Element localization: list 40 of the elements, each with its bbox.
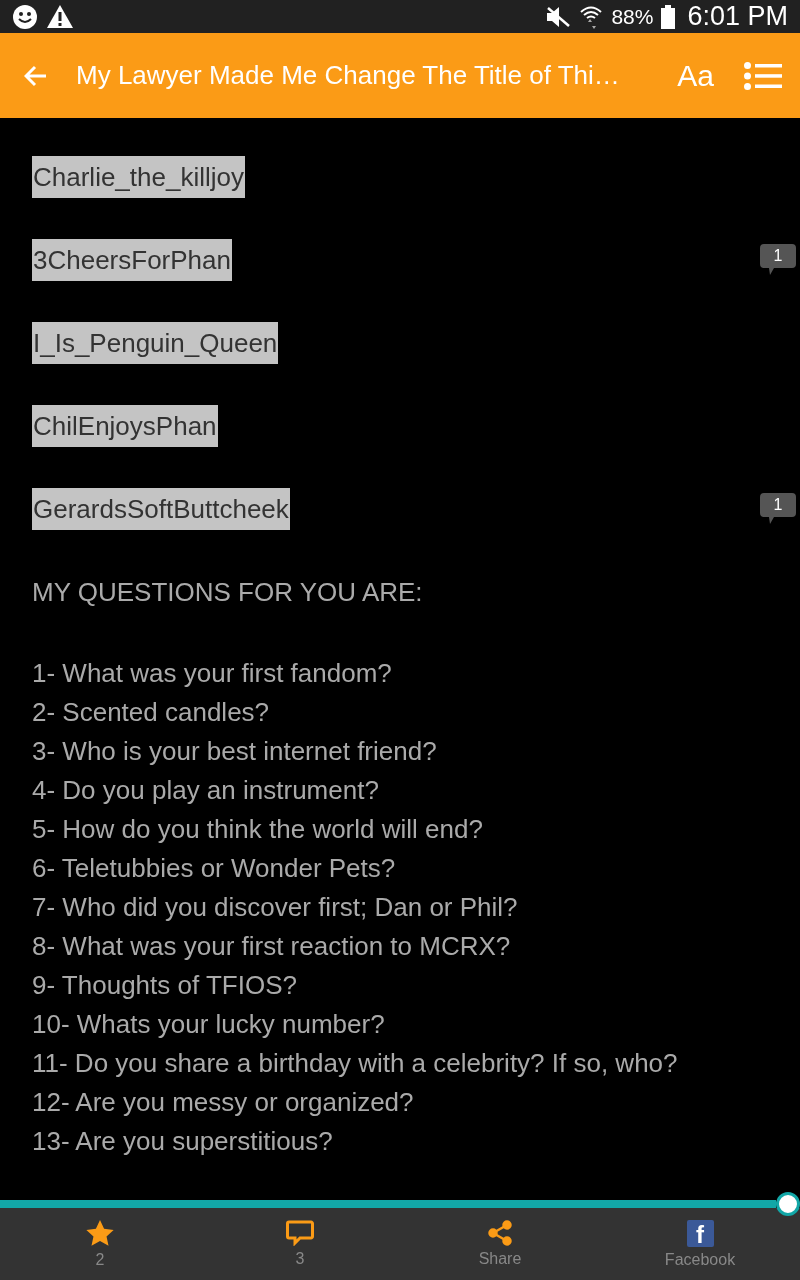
battery-percent: 88% xyxy=(611,4,654,29)
question-line: 2- Scented candles? xyxy=(32,696,271,729)
back-arrow-icon[interactable] xyxy=(24,64,48,87)
question-line: 7- Who did you discover first; Dan or Phil? xyxy=(32,891,519,924)
question-line: 8- What was your first reaction to MCRX? xyxy=(32,930,512,963)
question-line: 3- Who is your best internet friend? xyxy=(32,735,438,768)
facebook-button[interactable]: f Facebook xyxy=(600,1208,800,1280)
clock: 6:01 PM xyxy=(687,1,788,32)
facebook-logo-icon: f xyxy=(686,1219,714,1247)
font-size-button[interactable]: Aa xyxy=(667,58,744,93)
story-title: My Lawyer Made Me Change The Title of Thi… xyxy=(76,60,621,91)
battery-icon xyxy=(661,4,676,29)
question-line: 5- How do you think the world will end? xyxy=(32,813,484,846)
highlighted-name: GerardsSoftButtcheek xyxy=(32,488,290,530)
highlighted-name: 3CheersForPhan xyxy=(32,239,232,281)
share-button[interactable]: Share xyxy=(400,1208,600,1280)
mute-icon xyxy=(545,5,572,28)
question-line: 1- What was your first fandom? xyxy=(32,657,393,690)
share-icon xyxy=(487,1220,513,1246)
vote-button[interactable]: 2 xyxy=(0,1208,200,1280)
question-line: 6- Teletubbies or Wonder Pets? xyxy=(32,852,397,885)
warning-icon xyxy=(46,4,74,29)
question-line: 12- Are you messy or organized? xyxy=(32,1086,415,1119)
highlighted-name: Charlie_the_killjoy xyxy=(32,156,245,198)
section-heading: MY QUESTIONS FOR YOU ARE: xyxy=(32,576,424,609)
highlighted-name: I_Is_Penguin_Queen xyxy=(32,322,279,364)
progress-thumb[interactable] xyxy=(776,1192,800,1216)
comment-count-badge[interactable]: 1 xyxy=(760,244,796,276)
comment-button[interactable]: 3 xyxy=(200,1208,400,1280)
question-line: 13- Are you superstitious? xyxy=(32,1125,334,1158)
highlighted-name: ChilEnjoysPhan xyxy=(32,405,218,447)
menu-button[interactable] xyxy=(744,61,782,90)
question-line: 10- Whats your lucky number? xyxy=(32,1008,386,1041)
smiley-icon xyxy=(12,3,38,30)
question-line: 9- Thoughts of TFIOS? xyxy=(32,969,298,1002)
comment-count-badge[interactable]: 1 xyxy=(760,493,796,525)
question-line: 11- Do you share a birthday with a celebrity? If so, who? xyxy=(32,1047,679,1080)
question-line: 4- Do you play an instrument? xyxy=(32,774,380,807)
star-icon xyxy=(86,1219,114,1247)
comment-icon xyxy=(286,1220,314,1246)
